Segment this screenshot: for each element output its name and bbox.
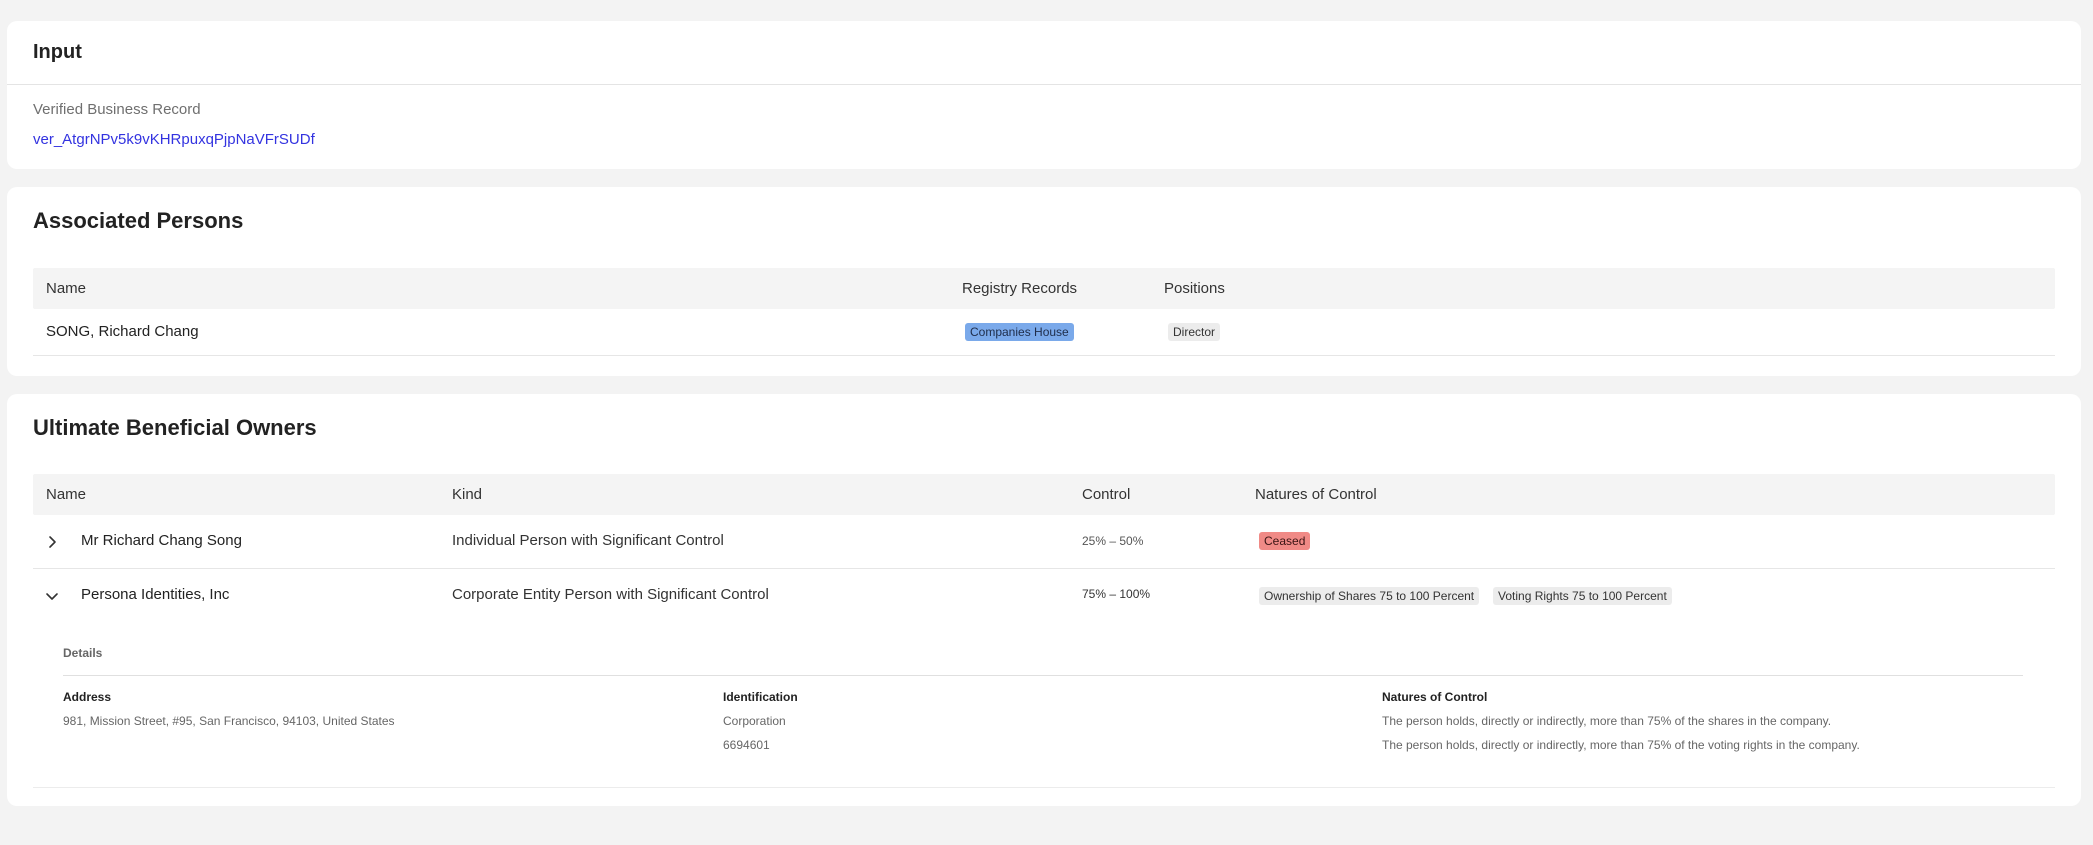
person-name: SONG, Richard Chang [46,323,199,340]
owner-kind: Individual Person with Significant Contr… [452,532,724,549]
associated-persons-card: Associated Persons Name Registry Records… [7,187,2081,376]
ubo-title: Ultimate Beneficial Owners [33,415,317,440]
identification-title: Identification [723,690,798,704]
nature-description: The person holds, directly or indirectly… [1382,738,1860,752]
table-row[interactable]: SONG, Richard Chang Companies House Dire… [33,309,2055,356]
owner-control: 75% – 100% [1082,587,1151,601]
input-divider [7,84,2081,85]
persons-table-header: Name Registry Records Positions [33,268,2055,309]
owner-name: Mr Richard Chang Song [81,532,242,549]
nature-description: The person holds, directly or indirectly… [1382,714,1832,728]
column-header-positions[interactable]: Positions [1164,280,1225,297]
position-badge: Director [1168,323,1221,341]
ubo-table-header: Name Kind Control Natures of Control [33,474,2055,515]
owner-kind: Corporate Entity Person with Significant… [452,586,769,603]
column-header-kind[interactable]: Kind [452,486,482,503]
ultimate-beneficial-owners-card: Ultimate Beneficial Owners Name Kind Con… [7,394,2081,806]
nature-badge-shares: Ownership of Shares 75 to 100 Percent [1259,587,1480,605]
table-row[interactable]: Persona Identities, Inc Corporate Entity… [33,569,2055,623]
owner-control: 25% – 50% [1082,534,1144,548]
column-header-natures-of-control[interactable]: Natures of Control [1255,486,1377,503]
verified-record-link[interactable]: ver_AtgrNPv5k9vKHRpuxqPjpNaVFrSUDf [33,131,315,148]
verified-record-label: Verified Business Record [33,101,201,118]
identification-type: Corporation [723,714,786,728]
column-header-registry-records[interactable]: Registry Records [962,280,1077,297]
chevron-down-icon[interactable] [45,589,59,603]
details-divider [63,675,2023,676]
nature-badge-voting-rights: Voting Rights 75 to 100 Percent [1493,587,1672,605]
owner-name: Persona Identities, Inc [81,586,230,603]
column-header-name[interactable]: Name [46,280,86,297]
input-card: Input Verified Business Record ver_AtgrN… [7,21,2081,169]
input-title: Input [33,41,82,63]
table-bottom-divider [33,787,2055,788]
ceased-badge: Ceased [1259,532,1311,550]
details-label: Details [63,646,103,660]
column-header-control[interactable]: Control [1082,486,1130,503]
column-header-name[interactable]: Name [46,486,86,503]
natures-of-control-title: Natures of Control [1382,690,1488,704]
chevron-right-icon[interactable] [45,535,59,549]
identification-number: 6694601 [723,738,770,752]
address-value: 981, Mission Street, #95, San Francisco,… [63,714,395,728]
associated-persons-title: Associated Persons [33,208,244,233]
registry-badge: Companies House [965,323,1074,341]
table-row[interactable]: Mr Richard Chang Song Individual Person … [33,515,2055,569]
address-title: Address [63,690,112,704]
